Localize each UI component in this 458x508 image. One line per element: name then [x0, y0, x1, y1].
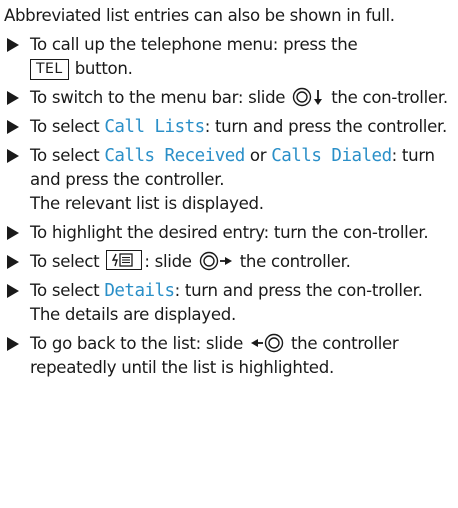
step-text: or — [249, 146, 267, 165]
step-highlight-entry: To highlight the desired entry: turn the… — [4, 221, 456, 245]
step-telephone-menu: To call up the telephone menu: press the… — [4, 33, 456, 81]
bullet-triangle-icon — [7, 337, 19, 351]
controller-slide-left-icon — [250, 333, 284, 353]
bullet-triangle-icon — [7, 91, 19, 105]
step-text: To go back to the list: slide — [30, 334, 243, 353]
step-call-lists: To select Call Lists: turn and press the… — [4, 115, 456, 139]
step-text: the controller. — [239, 252, 351, 271]
bullet-triangle-icon — [7, 149, 19, 163]
bullet-triangle-icon — [7, 255, 19, 269]
bullet-triangle-icon — [7, 284, 19, 298]
menu-term-calls-dialed: Calls Dialed — [271, 146, 392, 166]
controller-slide-down-icon — [292, 87, 324, 107]
menu-term-calls-received: Calls Received — [104, 146, 245, 166]
controller-slide-right-icon — [199, 251, 233, 271]
step-text: To select — [30, 281, 100, 300]
step-menu-bar: To switch to the menu bar: slide the con… — [4, 86, 456, 110]
step-result: The details are displayed. — [30, 305, 236, 324]
step-select-phonebook-icon: To select : slide the controller. — [4, 250, 456, 274]
step-text: To switch to the menu bar: slide — [30, 88, 286, 107]
menu-term-details: Details — [104, 281, 175, 301]
step-text: To select — [30, 252, 100, 271]
step-text: : turn and press the controller. — [204, 117, 448, 136]
step-text: the con-troller. — [331, 88, 448, 107]
step-text: To select — [30, 146, 100, 165]
phonebook-icon — [106, 250, 143, 270]
step-text: : turn and press the con-troller. — [174, 281, 423, 300]
instruction-page: Abbreviated list entries can also be sho… — [4, 4, 456, 385]
step-calls-received-dialed: To select Calls Received or Calls Dialed… — [4, 144, 456, 216]
step-result: The relevant list is displayed. — [30, 194, 264, 213]
step-text: To highlight the desired entry: turn the… — [30, 223, 429, 242]
intro-text: Abbreviated list entries can also be sho… — [4, 6, 395, 25]
bullet-triangle-icon — [7, 226, 19, 240]
step-text: To select — [30, 117, 100, 136]
step-details: To select Details: turn and press the co… — [4, 279, 456, 327]
step-text: : slide — [144, 252, 192, 271]
bullet-triangle-icon — [7, 120, 19, 134]
bullet-triangle-icon — [7, 38, 19, 52]
step-text: To call up the telephone menu: press the — [30, 35, 358, 54]
tel-button-key: TEL — [30, 59, 69, 80]
menu-term-call-lists: Call Lists — [104, 117, 205, 137]
step-back-to-list: To go back to the list: slide the contro… — [4, 332, 456, 380]
step-text: button. — [74, 59, 133, 78]
